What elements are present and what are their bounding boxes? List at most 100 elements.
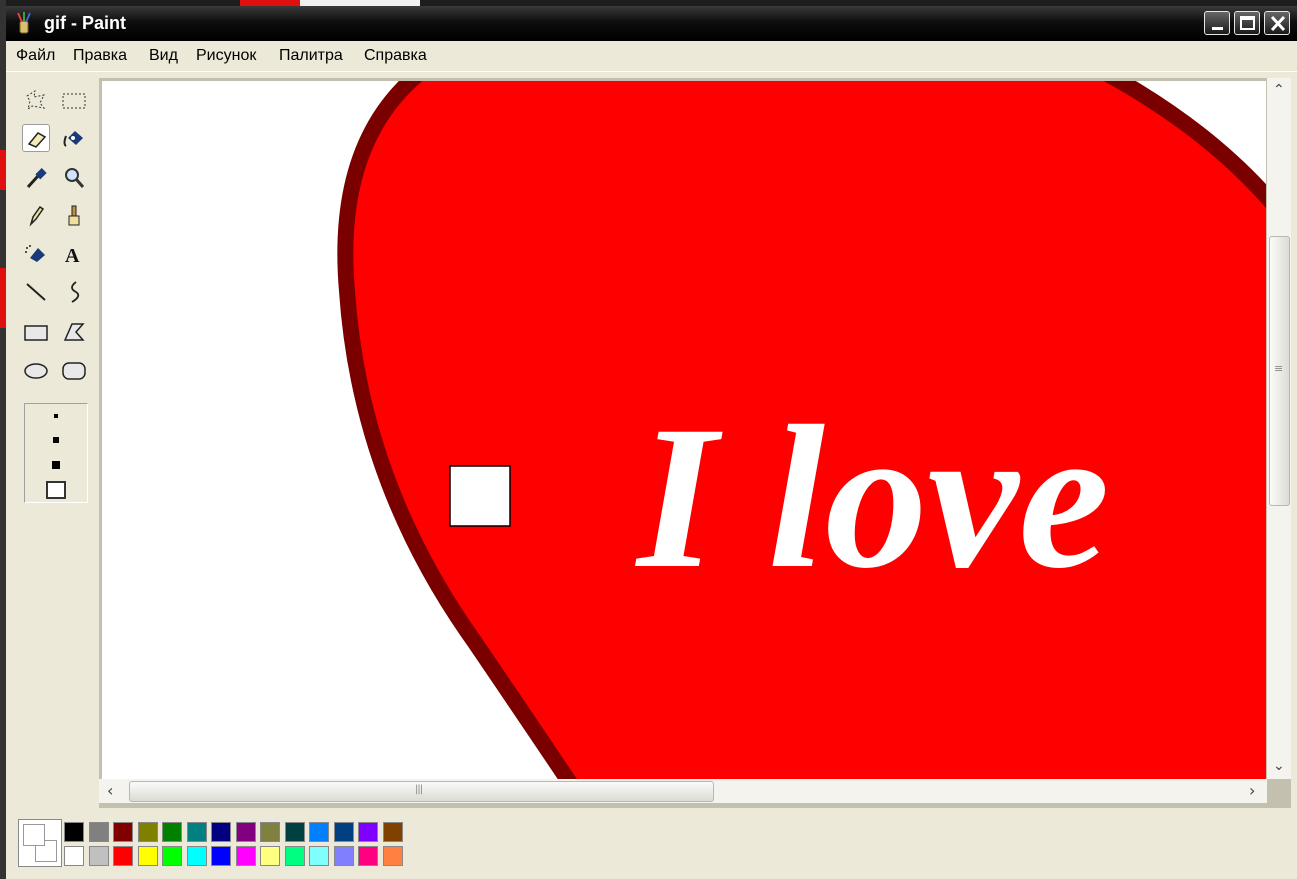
menu-bar: Файл Правка Вид Рисунок Палитра Справка [6, 41, 1297, 72]
menu-view[interactable]: Вид [149, 47, 178, 65]
title-bar[interactable]: gif - Paint [6, 6, 1297, 41]
paint-window: gif - Paint Файл Правка Вид Рисунок Пали… [6, 6, 1297, 879]
rectangle-icon [24, 325, 48, 341]
svg-text:A: A [65, 245, 80, 267]
palette-swatch[interactable] [113, 846, 133, 866]
white-square [449, 465, 511, 527]
tool-rect-select[interactable] [60, 86, 88, 114]
minimize-button[interactable] [1204, 11, 1230, 35]
fill-bucket-icon [63, 131, 83, 147]
free-select-icon [26, 89, 46, 111]
palette-swatch[interactable] [162, 822, 182, 842]
paint-app-icon[interactable] [14, 12, 34, 34]
tool-polygon[interactable] [60, 318, 88, 346]
close-button[interactable] [1264, 11, 1290, 35]
tool-pencil[interactable] [22, 202, 50, 230]
palette-swatch[interactable] [88, 846, 109, 866]
brush-icon [68, 205, 80, 226]
palette-swatch[interactable] [358, 822, 378, 842]
palette-swatch[interactable] [333, 846, 354, 866]
canvas-image: I love [337, 81, 1266, 779]
tool-rectangle[interactable] [22, 318, 50, 346]
palette-swatch[interactable] [260, 822, 280, 842]
palette-swatch[interactable] [382, 846, 403, 866]
palette-swatch[interactable] [284, 846, 305, 866]
current-colors[interactable] [18, 819, 62, 867]
text-icon: A [65, 245, 80, 267]
maximize-button[interactable] [1234, 11, 1260, 35]
menu-help[interactable]: Справка [364, 47, 427, 65]
palette-swatch[interactable] [235, 822, 256, 842]
tool-rounded-rect[interactable] [60, 356, 88, 384]
menu-file[interactable]: Файл [16, 47, 55, 65]
window-title: gif - Paint [44, 13, 126, 33]
palette-swatch[interactable] [284, 822, 305, 842]
menu-edit[interactable]: Правка [73, 47, 127, 65]
color-picker-icon [26, 168, 47, 189]
eraser-size-large[interactable] [52, 461, 60, 469]
scroll-up-icon[interactable]: ⌃ [1273, 82, 1285, 98]
tool-line[interactable] [22, 278, 50, 306]
curve-icon [71, 281, 80, 303]
eraser-size-medium[interactable] [53, 437, 59, 443]
rounded-rect-icon [62, 362, 86, 380]
palette-swatch[interactable] [333, 822, 354, 842]
tool-eraser[interactable] [22, 124, 50, 152]
drawing-canvas[interactable]: I love [102, 81, 1266, 779]
palette-swatch[interactable] [137, 822, 158, 842]
tool-free-select[interactable] [22, 86, 50, 114]
menu-image[interactable]: Рисунок [196, 47, 256, 65]
palette-swatch[interactable] [186, 846, 207, 866]
palette-swatch[interactable] [64, 846, 84, 866]
polygon-icon [63, 323, 85, 341]
palette-swatch[interactable] [162, 846, 182, 866]
palette-swatch[interactable] [64, 822, 84, 842]
canvas-frame: I love ⌃ ≡ ⌄ ‹ ||| › [99, 78, 1291, 808]
minimize-icon [1212, 27, 1223, 30]
rect-select-icon [62, 93, 86, 109]
menu-colors[interactable]: Палитра [279, 47, 343, 65]
grip-icon: ||| [415, 784, 423, 795]
foreground-color[interactable] [23, 824, 45, 846]
color-box [6, 808, 1297, 879]
palette-swatch[interactable] [235, 846, 256, 866]
palette-swatch[interactable] [211, 822, 231, 842]
tool-color-picker[interactable] [22, 164, 50, 192]
canvas-text: I love [635, 384, 1109, 611]
horizontal-scrollbar[interactable]: ‹ ||| › [99, 779, 1267, 803]
tool-airbrush[interactable] [22, 240, 50, 268]
scroll-down-icon[interactable]: ⌄ [1273, 758, 1285, 774]
toolbox: A [12, 78, 100, 798]
maximize-icon [1240, 16, 1255, 30]
close-icon [1270, 15, 1286, 32]
tool-magnifier[interactable] [60, 164, 88, 192]
palette-swatch[interactable] [113, 822, 133, 842]
eraser-icon [27, 132, 47, 148]
tool-fill[interactable] [60, 124, 88, 152]
tool-curve[interactable] [60, 278, 88, 306]
tool-ellipse[interactable] [22, 356, 50, 384]
pencil-icon [29, 205, 45, 227]
palette-swatch[interactable] [309, 846, 329, 866]
eraser-size-small[interactable] [54, 414, 58, 418]
palette-swatch[interactable] [137, 846, 158, 866]
vertical-scrollbar[interactable]: ⌃ ≡ ⌄ [1267, 78, 1291, 779]
palette-swatch[interactable] [186, 822, 207, 842]
airbrush-icon [25, 245, 45, 262]
grip-icon: ≡ [1274, 362, 1284, 375]
palette-swatch[interactable] [358, 846, 378, 866]
palette-swatch[interactable] [382, 822, 403, 842]
horizontal-scroll-thumb[interactable]: ||| [129, 781, 714, 802]
palette-swatch[interactable] [211, 846, 231, 866]
palette-swatch[interactable] [260, 846, 280, 866]
scroll-left-icon[interactable]: ‹ [107, 781, 113, 800]
magnifier-icon [65, 168, 85, 188]
line-icon [26, 283, 46, 301]
palette-swatch[interactable] [88, 822, 109, 842]
tool-brush[interactable] [60, 202, 88, 230]
tool-text[interactable]: A [60, 240, 88, 268]
eraser-size-xlarge[interactable] [46, 481, 66, 499]
scroll-right-icon[interactable]: › [1249, 781, 1255, 800]
vertical-scroll-thumb[interactable]: ≡ [1269, 236, 1290, 506]
palette-swatch[interactable] [309, 822, 329, 842]
